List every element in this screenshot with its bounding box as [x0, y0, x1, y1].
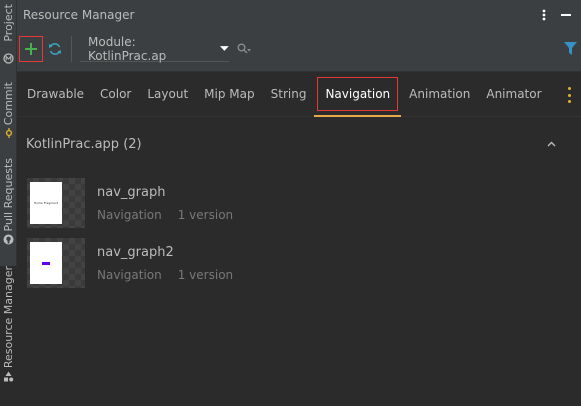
chevron-down-icon — [220, 46, 229, 51]
list-item[interactable]: Home Fragment nav_graph Navigation 1 ver… — [27, 178, 527, 232]
thumbnail-text: Home Fragment — [33, 201, 59, 205]
minimize-icon[interactable] — [555, 4, 577, 26]
resource-manager-tab-label: Resource Manager — [1, 266, 15, 369]
tab-string[interactable]: String — [263, 72, 315, 117]
resource-manager-icon — [3, 370, 15, 382]
highlight-frame — [317, 76, 399, 111]
resource-version-count: 1 version — [177, 208, 234, 222]
tabs-overflow-menu-icon[interactable] — [565, 87, 573, 103]
add-resource-button[interactable] — [19, 36, 43, 62]
resource-type-tabs: Drawable Color Layout Mip Map String Nav… — [17, 72, 581, 117]
module-dropdown[interactable]: Module: KotlinPrac.ap — [80, 34, 229, 63]
project-icon — [0, 50, 17, 66]
commit-tab-label: Commit — [1, 82, 15, 126]
tab-layout[interactable]: Layout — [139, 72, 196, 117]
resource-name: nav_graph2 — [97, 245, 174, 260]
tab-label: String — [270, 87, 307, 101]
chevron-up-icon — [547, 141, 555, 147]
tab-mip-map[interactable]: Mip Map — [196, 72, 262, 117]
resource-type: Navigation — [97, 208, 162, 222]
tab-label: Animation — [409, 87, 471, 101]
tab-navigation[interactable]: Navigation — [314, 72, 402, 117]
resource-toolbar: Module: KotlinPrac.ap — [17, 30, 581, 72]
resource-thumbnail — [27, 238, 85, 288]
resource-list: KotlinPrac.app (2) Home Fragment nav_gra… — [17, 117, 581, 406]
resource-name: nav_graph — [97, 185, 166, 200]
tab-label: Color — [100, 87, 132, 101]
tab-label: Mip Map — [204, 87, 255, 101]
project-tab-label: Project — [1, 4, 15, 42]
resource-manager-tool-tab[interactable]: Resource Manager — [0, 266, 17, 406]
search-icon — [237, 43, 251, 54]
refresh-button[interactable] — [47, 40, 63, 58]
more-options-icon[interactable] — [533, 4, 555, 26]
tab-animator[interactable]: Animator — [478, 72, 549, 117]
project-tool-tab[interactable]: Project — [0, 4, 17, 42]
resource-type: Navigation — [97, 268, 162, 282]
filter-button[interactable] — [563, 41, 577, 55]
tab-color[interactable]: Color — [92, 72, 139, 117]
thumbnail-preview: Home Fragment — [30, 182, 62, 224]
panel-title: Resource Manager — [23, 8, 135, 22]
github-icon — [3, 233, 15, 245]
commit-tool-tab[interactable]: Commit — [0, 82, 17, 141]
tab-animation[interactable]: Animation — [401, 72, 478, 117]
search-field[interactable] — [235, 40, 253, 58]
module-group-header[interactable]: KotlinPrac.app (2) — [26, 137, 142, 152]
collapse-group-button[interactable] — [545, 138, 557, 150]
tab-drawable[interactable]: Drawable — [19, 72, 92, 117]
resource-manager-panel: Resource Manager Module: KotlinPrac.ap D… — [17, 0, 581, 406]
tool-window-strip: Project Commit Pull Requests Resource Ma… — [0, 0, 17, 406]
tab-label: Animator — [486, 87, 542, 101]
resource-meta: Navigation 1 version — [97, 268, 233, 282]
thumbnail-badge — [42, 261, 50, 265]
filter-icon — [563, 41, 577, 55]
list-item[interactable]: nav_graph2 Navigation 1 version — [27, 238, 527, 292]
toolbar-divider — [71, 36, 72, 62]
pull-requests-tab-label: Pull Requests — [1, 158, 15, 232]
refresh-icon — [49, 43, 61, 55]
resource-version-count: 1 version — [177, 268, 234, 282]
thumbnail-preview — [30, 242, 62, 284]
resource-meta: Navigation 1 version — [97, 208, 233, 222]
panel-title-bar: Resource Manager — [17, 0, 581, 30]
resource-thumbnail: Home Fragment — [27, 178, 85, 228]
module-dropdown-value: Module: KotlinPrac.ap — [88, 34, 167, 63]
pull-requests-tool-tab[interactable]: Pull Requests — [0, 158, 17, 247]
add-icon — [25, 43, 37, 55]
tab-label: Layout — [147, 87, 189, 101]
tab-label: Drawable — [27, 87, 85, 101]
commit-icon — [3, 127, 15, 139]
